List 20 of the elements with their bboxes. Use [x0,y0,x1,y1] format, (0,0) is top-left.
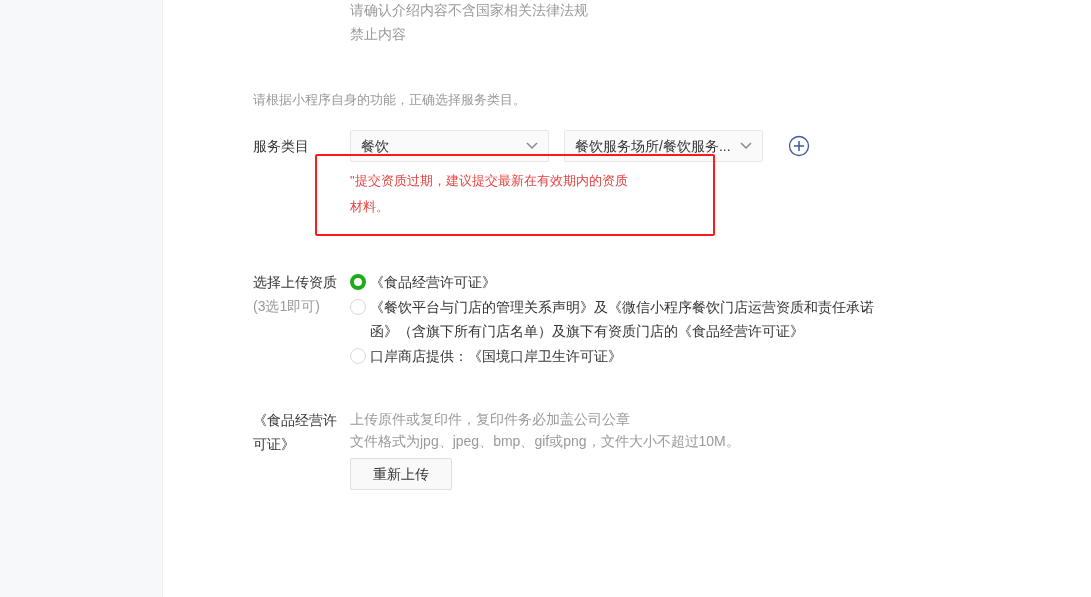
field-label: 《食品经营许可证》 [253,411,338,454]
intro-note: 请确认介绍内容不含国家相关法律法规 [350,1,589,20]
category-hint: 请根据小程序自身的功能，正确选择服务类目。 [253,91,527,109]
chevron-down-icon [526,142,538,150]
category-select[interactable]: 餐饮 [350,130,549,162]
intro-note: 禁止内容 [350,25,407,44]
field-label: 选择上传资质 [253,273,338,292]
chevron-down-icon [740,142,752,150]
category-select[interactable]: 餐饮服务场所/餐饮服务... [564,130,763,162]
field-label: 服务类目 [253,137,310,156]
radio-option[interactable]: 口岸商店提供：《国境口岸卫生许可证》 [350,344,880,368]
radio-button[interactable] [350,274,366,290]
field-sublabel: (3选1即可) [253,297,321,316]
add-icon[interactable] [788,135,810,157]
upload-hint: 上传原件或复印件，复印件务必加盖公司公章 [350,410,631,429]
upload-hint: 文件格式为jpg、jpeg、bmp、gif或png，文件大小不超过10M。 [350,432,740,451]
reupload-button[interactable]: 重新上传 [350,458,452,490]
radio-option[interactable]: 《餐饮平台与门店的管理关系声明》及《微信小程序餐饮门店运营资质和责任承诺函》（含旗下所有门店名单）及旗下有资质门店的《食品经营许可证》 [350,295,880,343]
radio-option[interactable]: 《食品经营许可证》 [350,270,880,294]
error-message: "提交资质过期，建议提交最新在有效期内的资质材料。 [350,173,628,214]
